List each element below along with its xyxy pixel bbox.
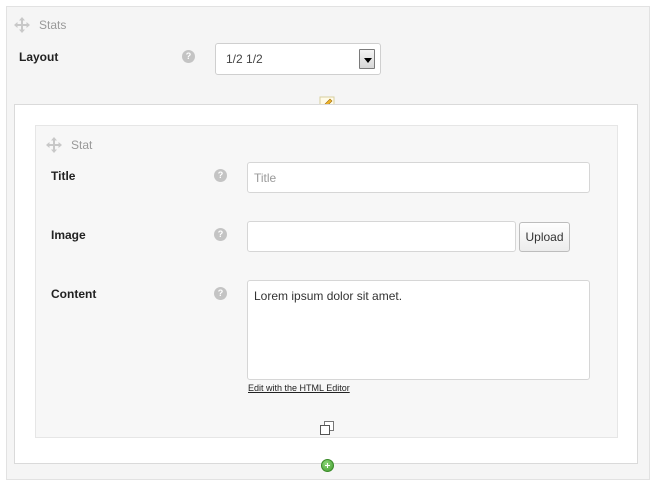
content-textarea[interactable]: Lorem ipsum dolor sit amet. bbox=[247, 280, 590, 380]
layout-label: Layout bbox=[19, 50, 59, 64]
layout-select-value: 1/2 1/2 bbox=[226, 52, 263, 66]
html-editor-link[interactable]: Edit with the HTML Editor bbox=[248, 383, 350, 393]
chevron-down-icon[interactable] bbox=[359, 49, 375, 69]
help-icon[interactable]: ? bbox=[214, 228, 227, 241]
stat-title: Stat bbox=[71, 138, 93, 152]
title-input[interactable] bbox=[247, 162, 590, 193]
help-icon[interactable]: ? bbox=[214, 169, 227, 182]
move-icon[interactable] bbox=[14, 17, 30, 33]
image-url-input[interactable] bbox=[247, 221, 516, 252]
content-text: Lorem ipsum dolor sit amet. bbox=[254, 289, 403, 303]
layout-select[interactable]: 1/2 1/2 bbox=[215, 43, 381, 75]
content-label: Content bbox=[51, 287, 97, 301]
title-label: Title bbox=[51, 169, 76, 183]
duplicate-icon[interactable] bbox=[319, 420, 335, 436]
image-label: Image bbox=[51, 228, 86, 242]
add-item-icon[interactable] bbox=[321, 459, 334, 472]
move-icon[interactable] bbox=[46, 137, 62, 153]
help-icon[interactable]: ? bbox=[182, 50, 195, 63]
help-icon[interactable]: ? bbox=[214, 287, 227, 300]
block-title: Stats bbox=[39, 18, 67, 32]
upload-button[interactable]: Upload bbox=[519, 222, 570, 252]
